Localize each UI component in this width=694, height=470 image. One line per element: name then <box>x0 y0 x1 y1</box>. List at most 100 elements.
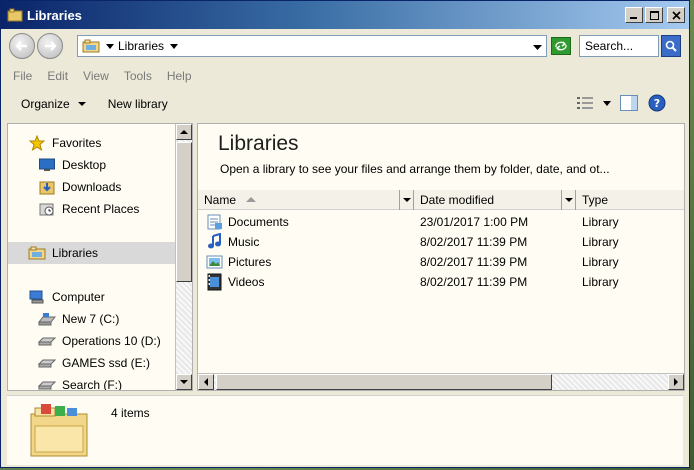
nav-item-drive-d[interactable]: Operations 10 (D:) <box>38 330 161 352</box>
page-subtitle: Open a library to see your files and arr… <box>220 162 610 176</box>
back-button[interactable] <box>9 33 35 59</box>
breadcrumb-libraries[interactable]: Libraries <box>118 39 164 53</box>
nav-item-desktop[interactable]: Desktop <box>38 154 106 176</box>
nav-item-recent-places[interactable]: Recent Places <box>38 198 139 220</box>
forward-button[interactable] <box>37 33 63 59</box>
help-button[interactable]: ? <box>647 93 667 113</box>
pictures-icon <box>206 253 224 271</box>
row-date: 8/02/2017 11:39 PM <box>420 255 528 269</box>
column-type-label: Type <box>582 193 609 207</box>
view-options-dropdown[interactable] <box>603 96 611 110</box>
nav-label-recent-places: Recent Places <box>62 202 140 216</box>
file-list-pane[interactable]: Libraries Open a library to see your fil… <box>197 123 685 391</box>
table-row[interactable]: Pictures 8/02/2017 11:39 PM Library <box>198 252 684 272</box>
nav-item-drive-e[interactable]: GAMES ssd (E:) <box>38 352 150 374</box>
maximize-button[interactable] <box>645 7 663 23</box>
column-header-name[interactable]: Name <box>198 190 400 210</box>
desktop-icon <box>38 157 56 173</box>
organize-button[interactable]: Organize <box>13 93 94 115</box>
item-count: 4 items <box>111 406 150 420</box>
chevron-down-icon <box>603 101 611 106</box>
scroll-up-button[interactable] <box>176 124 192 140</box>
title-bar[interactable]: Libraries <box>1 1 689 29</box>
menu-file[interactable]: File <box>13 69 32 83</box>
nav-label-libraries: Libraries <box>52 246 99 260</box>
chevron-up-icon <box>180 130 188 134</box>
column-header-type[interactable]: Type <box>576 190 684 210</box>
close-button[interactable] <box>667 7 685 23</box>
scroll-right-button[interactable] <box>668 374 684 390</box>
search-icon <box>665 40 677 52</box>
table-row[interactable]: Videos 8/02/2017 11:39 PM Library <box>198 272 684 292</box>
computer-icon <box>28 289 46 305</box>
nav-item-drive-c[interactable]: New 7 (C:) <box>38 308 119 330</box>
column-header-date[interactable]: Date modified <box>414 190 562 210</box>
preview-pane-button[interactable] <box>619 93 639 113</box>
change-view-button[interactable] <box>575 93 595 113</box>
address-bar[interactable]: Libraries <box>77 35 547 57</box>
scroll-left-button[interactable] <box>198 374 214 390</box>
row-name: Pictures <box>228 255 272 269</box>
hard-drive-icon <box>38 377 56 390</box>
column-name-label: Name <box>204 193 237 207</box>
nav-label-computer: Computer <box>52 290 105 304</box>
hard-drive-icon <box>38 333 56 349</box>
menu-view[interactable]: View <box>83 69 109 83</box>
chevron-right-icon <box>674 378 678 386</box>
scroll-down-button[interactable] <box>176 374 192 390</box>
minimize-icon <box>630 17 637 19</box>
forward-arrow-icon <box>45 41 57 51</box>
chevron-down-icon[interactable] <box>170 39 179 53</box>
chevron-down-icon <box>533 45 542 50</box>
nav-label-favorites: Favorites <box>52 136 102 150</box>
nav-vertical-scrollbar[interactable] <box>175 124 192 390</box>
row-name: Documents <box>228 215 289 229</box>
horizontal-scroll-thumb[interactable] <box>216 374 552 390</box>
preview-pane-icon <box>620 95 638 111</box>
new-library-button[interactable]: New library <box>100 93 176 115</box>
navigation-pane[interactable]: Favorites Desktop Downloads Recent Place… <box>7 123 193 391</box>
nav-label-drive-f: Search (F:) <box>62 378 123 391</box>
file-list-horizontal-scrollbar[interactable] <box>198 373 684 390</box>
chevron-down-icon <box>77 102 86 106</box>
star-icon <box>28 135 46 151</box>
chevron-down-icon <box>402 198 411 202</box>
nav-item-drive-f[interactable]: Search (F:) <box>38 374 123 391</box>
menu-tools[interactable]: Tools <box>124 69 152 83</box>
table-row[interactable]: Music 8/02/2017 11:39 PM Library <box>198 232 684 252</box>
minimize-button[interactable] <box>625 7 643 23</box>
breadcrumb-separator-icon[interactable] <box>106 39 114 53</box>
menu-edit[interactable]: Edit <box>47 69 68 83</box>
column-date-filter[interactable] <box>562 190 576 210</box>
explorer-window: Libraries Libraries Search... File Edit … <box>0 0 690 468</box>
column-name-filter[interactable] <box>400 190 414 210</box>
address-row: Libraries Search... <box>1 29 689 63</box>
nav-item-computer[interactable]: Computer <box>28 286 105 308</box>
close-icon <box>671 10 681 20</box>
nav-label-desktop: Desktop <box>62 158 107 172</box>
search-input[interactable]: Search... <box>579 35 659 57</box>
search-button[interactable] <box>661 35 681 57</box>
row-name: Videos <box>228 275 265 289</box>
refresh-icon <box>555 41 567 51</box>
address-history-dropdown[interactable] <box>533 40 542 54</box>
nav-item-downloads[interactable]: Downloads <box>38 176 121 198</box>
recent-places-icon <box>38 201 56 217</box>
table-row[interactable]: Documents 23/01/2017 1:00 PM Library <box>198 212 684 232</box>
refresh-button[interactable] <box>551 37 571 55</box>
row-date: 23/01/2017 1:00 PM <box>420 215 529 229</box>
help-icon: ? <box>648 94 666 112</box>
menu-bar: File Edit View Tools Help <box>1 65 689 87</box>
details-view-icon <box>577 97 593 109</box>
system-drive-icon <box>38 311 56 327</box>
back-arrow-icon <box>15 41 27 51</box>
row-date: 8/02/2017 11:39 PM <box>420 275 528 289</box>
maximize-icon <box>649 10 659 20</box>
menu-help[interactable]: Help <box>167 69 192 83</box>
scroll-thumb[interactable] <box>176 142 192 282</box>
nav-item-favorites[interactable]: Favorites <box>28 132 101 154</box>
command-bar: Organize New library ? <box>1 89 689 119</box>
nav-item-libraries[interactable]: Libraries <box>8 242 176 264</box>
libraries-icon <box>7 8 23 22</box>
nav-label-drive-e: GAMES ssd (E:) <box>62 356 151 370</box>
